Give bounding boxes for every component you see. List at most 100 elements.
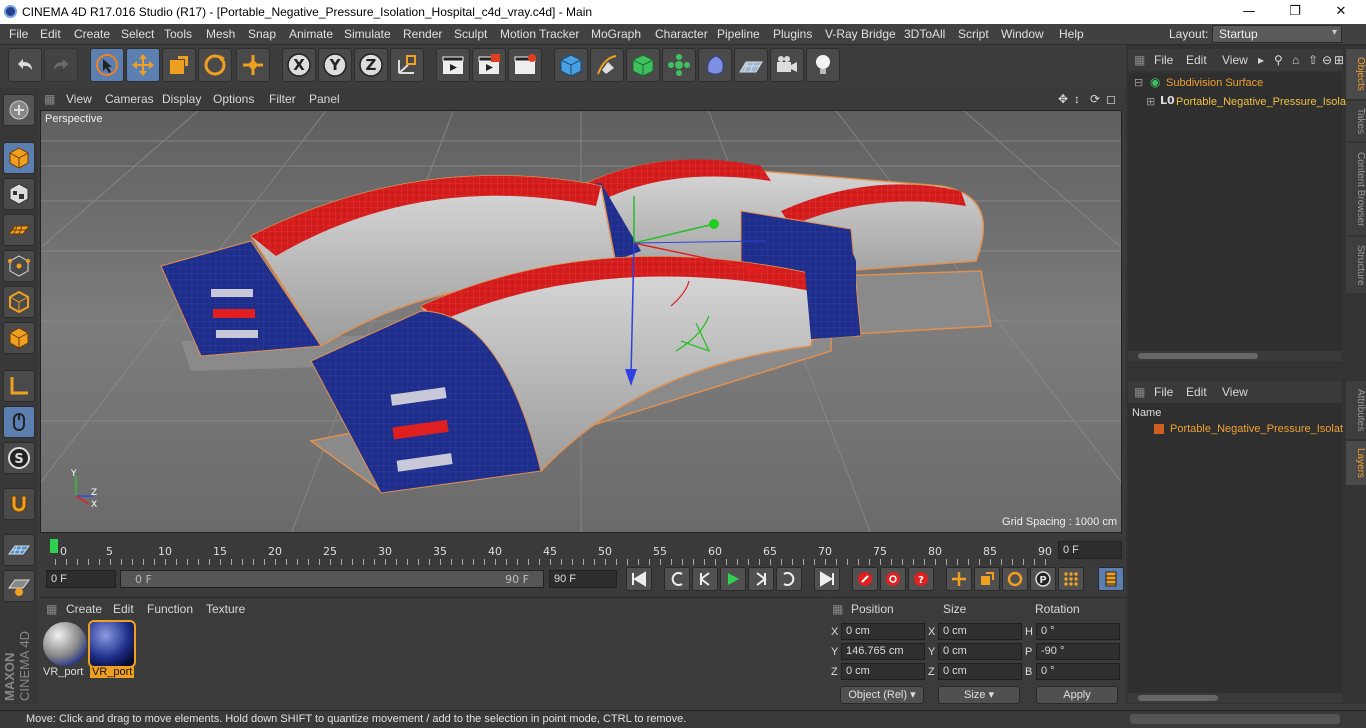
live-selection-tool[interactable]	[90, 48, 124, 82]
end-frame-field[interactable]: 90 F	[549, 570, 617, 588]
menu-simulate[interactable]: Simulate	[344, 27, 391, 41]
viewport-menu-display[interactable]: Display	[162, 92, 201, 106]
move-tool[interactable]	[126, 48, 160, 82]
viewport-menu-cameras[interactable]: Cameras	[105, 92, 154, 106]
viewport-dolly-icon[interactable]: ↕	[1074, 92, 1080, 106]
rotation-p-field[interactable]: -90 °	[1036, 643, 1120, 660]
material-swatch-selected[interactable]	[88, 620, 136, 668]
size-mode-dropdown[interactable]: Size ▾	[938, 686, 1020, 704]
goto-end-button[interactable]	[814, 567, 840, 591]
menu-mograph[interactable]: MoGraph	[591, 27, 641, 41]
next-frame-button[interactable]	[748, 567, 774, 591]
search-icon[interactable]: ⚲	[1274, 53, 1283, 67]
cube-primitive-button[interactable]	[554, 48, 588, 82]
key-parameter-button[interactable]: P	[1030, 567, 1056, 591]
menu-help[interactable]: Help	[1059, 27, 1084, 41]
size-z-field[interactable]: 0 cm	[938, 663, 1022, 680]
key-pla-button[interactable]	[1058, 567, 1084, 591]
tree-collapse-icon[interactable]: ⊟	[1134, 76, 1143, 89]
menu-vray-bridge[interactable]: V-Ray Bridge	[825, 27, 896, 41]
tab-structure[interactable]: Structure	[1346, 237, 1366, 293]
size-x-field[interactable]: 0 cm	[938, 623, 1022, 640]
menu-snap[interactable]: Snap	[248, 27, 276, 41]
playhead-marker[interactable]	[50, 539, 58, 553]
material-menu-create[interactable]: Create	[66, 602, 102, 616]
pen-spline-button[interactable]	[590, 48, 624, 82]
record-keys-button[interactable]	[852, 567, 878, 591]
key-position-button[interactable]	[946, 567, 972, 591]
render-settings-button[interactable]	[508, 48, 542, 82]
lock-icon[interactable]: ⊖	[1322, 53, 1332, 67]
workplane-grid-button[interactable]	[3, 534, 35, 566]
polygons-mode-button[interactable]	[3, 322, 35, 354]
floor-object-button[interactable]	[734, 48, 768, 82]
key-rotation-button[interactable]	[1002, 567, 1028, 591]
locked-workplane-button[interactable]	[3, 570, 35, 602]
menu-script[interactable]: Script	[958, 27, 989, 41]
model-mode-button[interactable]	[3, 142, 35, 174]
size-y-field[interactable]: 0 cm	[938, 643, 1022, 660]
viewport-menu-options[interactable]: Options	[213, 92, 254, 106]
autokeying-button[interactable]	[880, 567, 906, 591]
tab-attributes[interactable]: Attributes	[1346, 381, 1366, 439]
edges-mode-button[interactable]	[3, 286, 35, 318]
tab-content-browser[interactable]: Content Browser	[1346, 143, 1366, 235]
light-object-button[interactable]	[806, 48, 840, 82]
goto-next-key-button[interactable]	[776, 567, 802, 591]
material-swatch[interactable]	[43, 622, 87, 666]
object-row-subdivision-surface[interactable]: ⊟ ◉ Subdivision Surface	[1130, 75, 1340, 92]
menu-plugins[interactable]: Plugins	[773, 27, 812, 41]
deformer-button[interactable]	[698, 48, 732, 82]
perspective-viewport[interactable]: Y Z X Perspective Grid Spacing : 1000 cm	[40, 110, 1122, 533]
timeline-window-button[interactable]	[1098, 567, 1124, 591]
position-x-field[interactable]: 0 cm	[841, 623, 925, 640]
y-axis-lock[interactable]: Y	[318, 48, 352, 82]
menu-pipeline[interactable]: Pipeline	[717, 27, 760, 41]
viewport-menu-filter[interactable]: Filter	[269, 92, 296, 106]
layers-menu-file[interactable]: File	[1154, 385, 1173, 399]
menu-mesh[interactable]: Mesh	[206, 27, 235, 41]
viewport-rotate-icon[interactable]: ⟳	[1090, 92, 1100, 106]
objects-more-arrow-icon[interactable]: ▸	[1258, 53, 1264, 67]
object-row-mesh[interactable]: ⊞ L0 Portable_Negative_Pressure_Isola	[1130, 94, 1346, 111]
layout-dropdown[interactable]: Startup ▾	[1212, 25, 1342, 43]
axis-mode-button[interactable]	[3, 370, 35, 402]
previous-frame-button[interactable]	[692, 567, 718, 591]
texture-mode-button[interactable]	[3, 178, 35, 210]
menu-animate[interactable]: Animate	[289, 27, 333, 41]
menu-window[interactable]: Window	[1001, 27, 1044, 41]
menu-file[interactable]: File	[9, 27, 28, 41]
points-mode-button[interactable]	[3, 250, 35, 282]
menu-create[interactable]: Create	[74, 27, 110, 41]
keyframe-selection-button[interactable]: ?	[908, 567, 934, 591]
material-menu-edit[interactable]: Edit	[113, 602, 134, 616]
coordinate-system-button[interactable]	[390, 48, 424, 82]
menu-select[interactable]: Select	[121, 27, 154, 41]
cloner-button[interactable]	[662, 48, 696, 82]
magnet-button[interactable]	[3, 488, 35, 520]
minimize-button[interactable]: —	[1226, 2, 1272, 22]
redo-button[interactable]	[44, 48, 78, 82]
layers-menu-view[interactable]: View	[1222, 385, 1248, 399]
menu-edit[interactable]: Edit	[40, 27, 61, 41]
snap-button[interactable]: S	[3, 442, 35, 474]
layers-horizontal-scrollbar[interactable]	[1128, 693, 1342, 703]
make-editable-button[interactable]	[3, 94, 35, 126]
subdivision-surface-button[interactable]	[626, 48, 660, 82]
camera-object-button[interactable]	[770, 48, 804, 82]
tab-layers[interactable]: Layers	[1346, 441, 1366, 485]
frame-range-slider[interactable]: 0 F 90 F	[120, 570, 544, 588]
objects-menu-edit[interactable]: Edit	[1186, 53, 1207, 67]
viewport-maximize-icon[interactable]: ◻	[1106, 92, 1116, 106]
coordinate-mode-dropdown[interactable]: Object (Rel) ▾	[840, 686, 924, 704]
position-y-field[interactable]: 146.765 cm	[841, 643, 925, 660]
viewport-menu-view[interactable]: View	[66, 92, 92, 106]
tweak-mode-button[interactable]	[3, 406, 35, 438]
viewport-pan-icon[interactable]: ✥	[1058, 92, 1068, 106]
tab-objects[interactable]: Objects	[1346, 49, 1366, 99]
maximize-button[interactable]: ❐	[1272, 2, 1318, 22]
layers-menu-edit[interactable]: Edit	[1186, 385, 1207, 399]
material-menu-function[interactable]: Function	[147, 602, 193, 616]
current-frame-field[interactable]: 0 F	[1058, 541, 1122, 559]
position-z-field[interactable]: 0 cm	[841, 663, 925, 680]
